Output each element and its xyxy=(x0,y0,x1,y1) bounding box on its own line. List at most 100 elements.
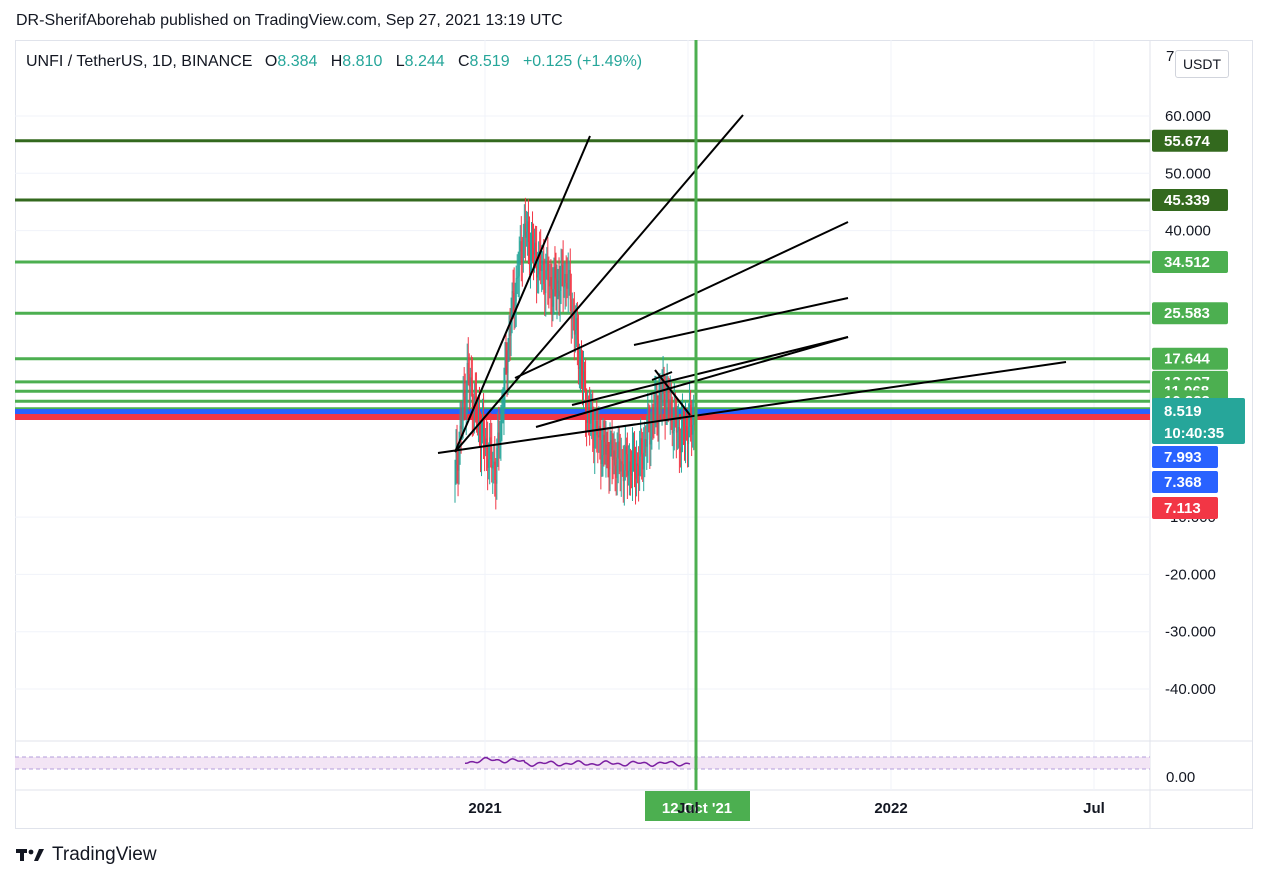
oscillator-pane xyxy=(15,756,1150,770)
candle-body xyxy=(640,438,642,457)
candle-body xyxy=(582,375,583,384)
symbol-legend: UNFI / TetherUS, 1D, BINANCE O8.384 H8.8… xyxy=(26,53,642,71)
candle-body xyxy=(463,392,465,397)
price-level-tag-label: 34.512 xyxy=(1164,254,1210,271)
candle-body xyxy=(536,251,538,278)
candle-body xyxy=(619,458,621,472)
candle-body xyxy=(573,315,575,335)
candle-body xyxy=(681,414,683,427)
candle-body xyxy=(461,416,463,429)
candle-body xyxy=(639,456,641,476)
vertical-marker[interactable]: 12 Oct '21 xyxy=(645,40,750,821)
candle-body xyxy=(465,391,467,411)
candle-body xyxy=(511,291,513,319)
brand-name: TradingView xyxy=(52,844,157,865)
price-chart[interactable]: 12 Oct '21 60.00050.00040.000-10.000-20.… xyxy=(0,0,1267,880)
candle-body xyxy=(650,436,652,445)
candle-body xyxy=(692,424,694,435)
candle-body xyxy=(527,221,529,242)
candle-body xyxy=(616,457,618,478)
candle-body xyxy=(643,452,645,470)
candle-body xyxy=(583,371,585,384)
candle-body xyxy=(517,276,519,278)
candle-body xyxy=(507,350,509,373)
candle-body xyxy=(489,437,491,460)
candle-body xyxy=(597,435,599,438)
candle-body xyxy=(564,274,566,287)
candle-body xyxy=(526,221,528,232)
candle-body xyxy=(518,251,520,277)
candle-body xyxy=(546,261,548,271)
change-value: +0.125 (+1.49%) xyxy=(522,53,643,70)
trend-line xyxy=(454,135,591,453)
candle-body xyxy=(636,463,638,479)
candle-body xyxy=(666,385,668,402)
candle-body xyxy=(497,432,499,448)
candle-body xyxy=(481,432,483,452)
candle-body xyxy=(614,450,616,466)
candle-body xyxy=(688,427,690,445)
candle-body xyxy=(603,434,605,443)
candle-body xyxy=(615,465,617,478)
candle-body xyxy=(516,277,518,279)
price-level-tag-label: 25.583 xyxy=(1164,305,1210,322)
candles xyxy=(454,197,696,510)
candle-body xyxy=(584,371,586,381)
open-label: O xyxy=(264,53,278,70)
low-value: 8.244 xyxy=(404,53,445,70)
candle-body xyxy=(687,431,689,445)
candle-body xyxy=(661,393,663,401)
current-price-label: 8.519 xyxy=(1164,403,1202,420)
currency-button[interactable]: USDT xyxy=(1175,50,1229,78)
candle-body xyxy=(671,408,673,434)
candle-body xyxy=(623,470,625,482)
candle-body xyxy=(494,461,496,480)
candle-body xyxy=(600,439,602,465)
candle-body xyxy=(679,447,681,453)
candle-body xyxy=(580,359,582,376)
candle-body xyxy=(495,479,497,484)
close-label: C xyxy=(457,53,470,70)
price-axis[interactable]: 60.00050.00040.000-10.000-20.000-30.000-… xyxy=(1152,108,1245,786)
time-tick-label: 2022 xyxy=(874,800,907,817)
candle-body xyxy=(604,442,606,455)
candle-body xyxy=(656,395,658,419)
candle-body xyxy=(460,425,462,429)
candle-body xyxy=(531,235,532,251)
candle-body xyxy=(467,362,469,375)
candle-body xyxy=(535,242,537,252)
candle-body xyxy=(578,366,580,369)
candle-body xyxy=(693,417,695,425)
candle-body xyxy=(528,241,530,264)
time-tick-label: Jul xyxy=(1083,800,1105,817)
candle-body xyxy=(509,333,511,336)
candle-body xyxy=(540,255,542,271)
candle-body xyxy=(655,395,657,402)
candle-body xyxy=(561,264,563,266)
candle-body xyxy=(464,396,466,411)
candle-body xyxy=(550,277,552,290)
candle-body xyxy=(544,284,546,294)
candle-body xyxy=(641,438,643,455)
time-tick-label: Jul xyxy=(677,800,699,817)
candle-body xyxy=(675,412,677,433)
candle-body xyxy=(468,374,470,387)
candle-body xyxy=(633,447,634,452)
time-axis[interactable]: 2021Jul2022Jul2023 xyxy=(468,800,1267,817)
candle-body xyxy=(477,412,479,417)
candle-body xyxy=(642,454,644,470)
candle-body xyxy=(456,450,458,465)
price-level-tag-label: 17.644 xyxy=(1164,351,1211,368)
candle-body xyxy=(576,318,578,340)
candle-body xyxy=(522,235,524,262)
candle-body xyxy=(606,444,608,446)
candle-body xyxy=(690,404,692,417)
candle-body xyxy=(654,401,656,419)
tradingview-brand[interactable]: TradingView xyxy=(16,844,157,866)
price-level-tag-label: 45.339 xyxy=(1164,192,1210,209)
candle-body xyxy=(638,465,640,476)
candle-body xyxy=(635,471,637,479)
candle-body xyxy=(471,382,473,412)
price-tick-label: 60.000 xyxy=(1165,108,1211,125)
candle-body xyxy=(454,468,456,477)
